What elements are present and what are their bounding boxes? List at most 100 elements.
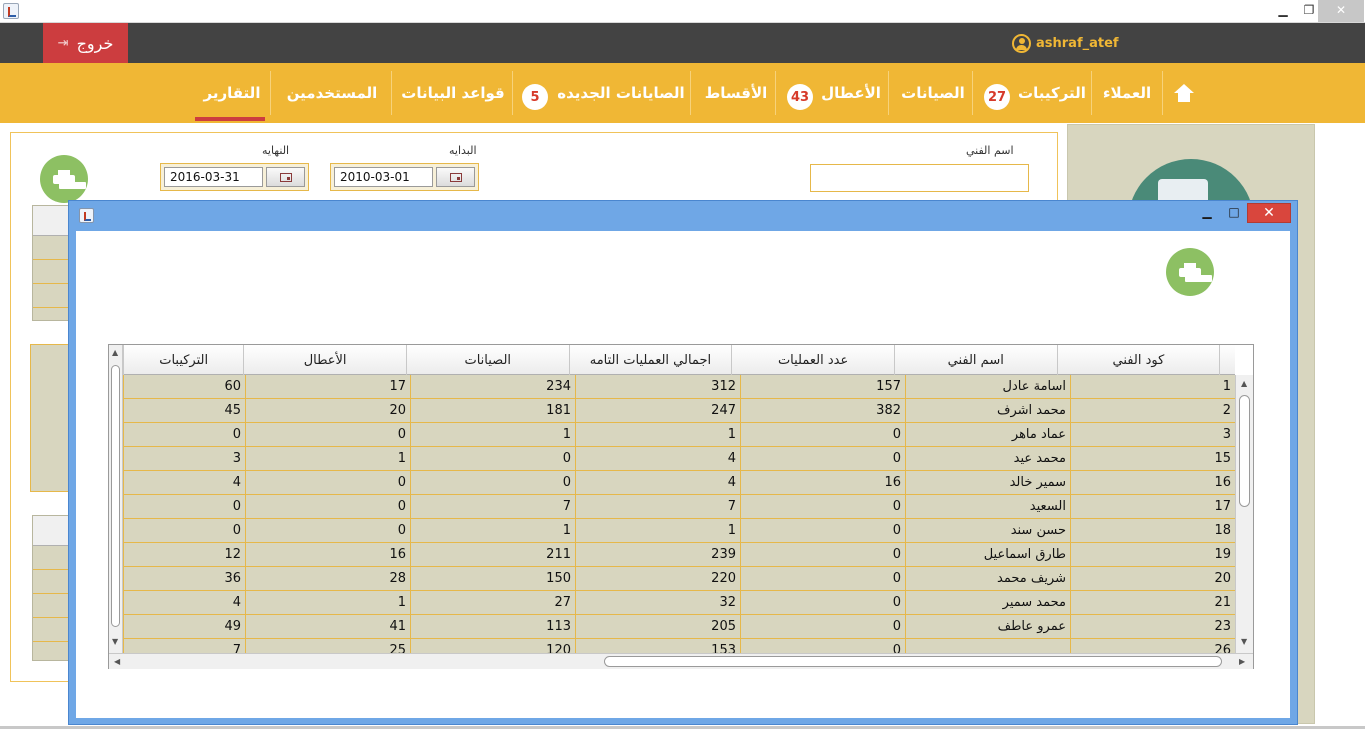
dialog-print-button[interactable] [1166, 248, 1214, 296]
nav-home[interactable] [1165, 63, 1203, 123]
cell-tech-code: 16 [1070, 471, 1235, 495]
table-row[interactable]: 17 السعيد 0 7 7 0 0 [123, 495, 1235, 519]
table-row[interactable]: 23 عمرو عاطف 0 205 113 41 49 [123, 615, 1235, 639]
cell-tech-name: محمد سمير [905, 591, 1070, 615]
nav-separator [1162, 71, 1163, 115]
table-vertical-scrollbar[interactable]: ▲ ▼ [1235, 375, 1253, 653]
cell-tech-name: عماد ماهر [905, 423, 1070, 447]
cell-installations: 0 [123, 519, 245, 543]
cell-installations: 7 [123, 639, 245, 653]
scroll-thumb[interactable] [111, 365, 120, 627]
column-header-maintenance[interactable]: الصيانات [405, 345, 569, 375]
start-date-label: البدايه [449, 144, 477, 157]
cell-maintenance: 27 [410, 591, 575, 615]
window-close-button[interactable]: ✕ [1318, 0, 1364, 22]
column-header-installations[interactable]: التركيبات [123, 345, 243, 375]
dialog-content: ▲ ▼ كود الفني اسم الفني عدد العمليات اجم… [76, 231, 1290, 718]
cell-faults: 28 [245, 567, 410, 591]
nav-item-users[interactable]: المستخدمين [278, 63, 386, 123]
report-dialog: ▁ □ ✕ ▲ ▼ كود الفني اسم الفني عدد العملي… [68, 200, 1298, 725]
table-row[interactable]: 20 شريف محمد 0 220 150 28 36 [123, 567, 1235, 591]
scroll-down-icon: ▼ [112, 637, 119, 646]
cell-tech-name: طارق اسماعيل [905, 543, 1070, 567]
background-table-2 [32, 515, 72, 661]
column-header-tech-name[interactable]: اسم الفني [893, 345, 1057, 375]
background-summary-box [30, 344, 70, 492]
cell-maintenance: 0 [410, 447, 575, 471]
window-titlebar: ▁ ❐ ✕ [0, 0, 1365, 23]
table-row[interactable]: 15 محمد عيد 0 4 0 1 3 [123, 447, 1235, 471]
table-row[interactable]: 26 0 153 120 25 7 [123, 639, 1235, 653]
table-row[interactable]: 21 محمد سمير 0 32 27 1 4 [123, 591, 1235, 615]
active-tab-indicator [195, 117, 265, 121]
new-maintenance-count-badge: 5 [522, 84, 548, 110]
dialog-minimize-button[interactable]: ▁ [1194, 203, 1220, 223]
cell-tech-name: محمد اشرف [905, 399, 1070, 423]
table-row[interactable]: 3 عماد ماهر 0 1 1 0 0 [123, 423, 1235, 447]
background-table [32, 205, 72, 321]
home-icon [1174, 84, 1194, 102]
cell-faults: 41 [245, 615, 410, 639]
scroll-left-icon: ◀ [114, 657, 121, 666]
nav-item-installments[interactable]: الأقساط [701, 63, 771, 123]
cell-installations: 36 [123, 567, 245, 591]
end-date-picker: 2016-03-31 [160, 163, 309, 191]
cell-faults: 0 [245, 471, 410, 495]
dialog-close-button[interactable]: ✕ [1247, 203, 1291, 223]
column-header-total-completed[interactable]: اجمالي العمليات التامه [568, 345, 732, 375]
cell-total-completed: 4 [575, 471, 740, 495]
table-horizontal-scrollbar[interactable]: ◀ ▶ [109, 653, 1253, 669]
table-row[interactable]: 18 حسن سند 0 1 1 0 0 [123, 519, 1235, 543]
cell-maintenance: 7 [410, 495, 575, 519]
cell-total-completed: 220 [575, 567, 740, 591]
scroll-thumb[interactable] [604, 656, 1222, 667]
table-row[interactable]: 19 طارق اسماعيل 0 239 211 16 12 [123, 543, 1235, 567]
cell-operations-count: 16 [740, 471, 905, 495]
cell-total-completed: 4 [575, 447, 740, 471]
main-print-button[interactable] [40, 155, 88, 203]
table-body: 1 اسامة عادل 157 312 234 17 60 2 محمد اش… [123, 375, 1235, 653]
window-minimize-button[interactable]: ▁ [1270, 0, 1296, 22]
cell-installations: 12 [123, 543, 245, 567]
cell-maintenance: 0 [410, 471, 575, 495]
cell-operations-count: 0 [740, 567, 905, 591]
logout-button[interactable]: خروج ⇥ [43, 23, 128, 63]
nav-item-maintenance[interactable]: الصيانات [898, 63, 968, 123]
column-header-tech-code[interactable]: كود الفني [1056, 345, 1220, 375]
end-date-calendar-button[interactable] [266, 167, 305, 187]
end-date-input[interactable]: 2016-03-31 [164, 167, 264, 187]
cell-tech-code: 20 [1070, 567, 1235, 591]
dialog-maximize-button[interactable]: □ [1221, 203, 1247, 223]
table-row[interactable]: 2 محمد اشرف 382 247 181 20 45 [123, 399, 1235, 423]
cell-tech-name: عمرو عاطف [905, 615, 1070, 639]
nav-item-installations[interactable]: التركيبات [1014, 63, 1090, 123]
nav-item-reports[interactable]: التقارير [196, 63, 268, 123]
column-header-operations-count[interactable]: عدد العمليات [731, 345, 894, 375]
table-row[interactable]: 16 سمير خالد 16 4 0 0 4 [123, 471, 1235, 495]
cell-faults: 1 [245, 447, 410, 471]
nav-item-customers[interactable]: العملاء [1093, 63, 1161, 123]
nav-item-faults[interactable]: الأعطال [818, 63, 884, 123]
nav-item-new-maintenance[interactable]: الصايانات الجديده [556, 63, 686, 123]
cell-tech-name: سمير خالد [905, 471, 1070, 495]
column-header-faults[interactable]: الأعطال [243, 345, 406, 375]
calendar-icon [449, 172, 462, 182]
cell-operations-count: 0 [740, 543, 905, 567]
cell-faults: 0 [245, 495, 410, 519]
cell-tech-code: 3 [1070, 423, 1235, 447]
cell-installations: 45 [123, 399, 245, 423]
scroll-thumb[interactable] [1239, 395, 1250, 507]
printer-icon [53, 170, 75, 188]
cell-operations-count: 0 [740, 615, 905, 639]
start-date-input[interactable]: 2010-03-01 [334, 167, 434, 187]
cell-maintenance: 181 [410, 399, 575, 423]
cell-total-completed: 312 [575, 375, 740, 399]
table-header: كود الفني اسم الفني عدد العمليات اجمالي … [123, 345, 1235, 375]
nav-item-databases[interactable]: قواعد البيانات [398, 63, 508, 123]
cell-maintenance: 150 [410, 567, 575, 591]
cell-total-completed: 205 [575, 615, 740, 639]
table-row[interactable]: 1 اسامة عادل 157 312 234 17 60 [123, 375, 1235, 399]
table-left-scrollbar[interactable]: ▲ ▼ [109, 345, 123, 653]
start-date-calendar-button[interactable] [436, 167, 475, 187]
technician-name-input[interactable] [810, 164, 1029, 192]
